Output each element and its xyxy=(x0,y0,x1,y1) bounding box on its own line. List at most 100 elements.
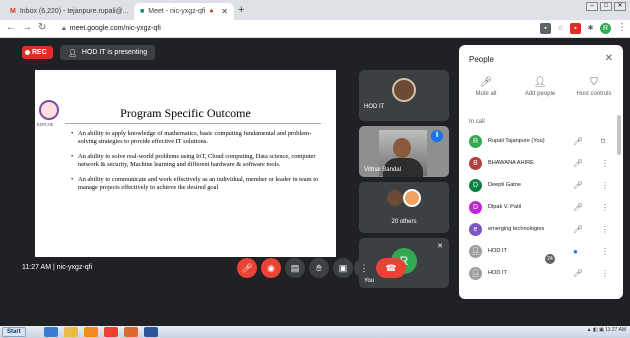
chat-icon[interactable]: ▭ xyxy=(563,262,572,273)
more-options-icon: ⋮ xyxy=(359,263,369,273)
participant-name: emerging technologies xyxy=(488,226,545,232)
meeting-clock: 11:27 AM | nic-yxgz-qfi xyxy=(22,264,93,271)
minimize-button[interactable]: – xyxy=(586,2,598,11)
puzzle-icon[interactable]: ✱ xyxy=(585,23,596,34)
star-icon[interactable]: ☆ xyxy=(555,23,566,34)
people-panel: People ✕ 🎤︎ Mute all 👤︎ Add people ⛉ Host c… xyxy=(459,45,623,299)
more-options-button[interactable]: ⋮ xyxy=(354,258,374,278)
participant-row[interactable]: e emerging technologies 🎤︎ ⋮ xyxy=(459,219,623,239)
forward-icon[interactable]: → xyxy=(22,22,32,33)
info-icon[interactable]: ⓘ xyxy=(520,262,530,277)
mic-off-icon: 🎤︎ xyxy=(573,202,584,212)
tile-name: HOD IT xyxy=(364,104,385,110)
participant-row[interactable]: 👤︎ HOD IT 🎤︎ ⋮ xyxy=(459,263,623,283)
participant-name: Rupali Tajanpure (You) xyxy=(488,138,545,144)
action-label: Add people xyxy=(524,91,556,97)
camera-icon[interactable]: ▪ xyxy=(540,23,551,34)
leave-call-button[interactable]: ☎︎ xyxy=(376,258,406,278)
record-dot-icon xyxy=(25,50,30,55)
mic-off-icon: 🎤︎ xyxy=(241,263,253,273)
participant-name: HOD IT xyxy=(488,270,507,276)
avatar: R xyxy=(469,134,482,148)
chrome-icon[interactable] xyxy=(104,327,118,337)
extension-icon[interactable]: ▪ xyxy=(570,23,581,34)
participant-count-badge: 24 xyxy=(545,254,555,264)
participant-tile-others[interactable]: 20 others xyxy=(359,182,449,233)
close-tab-icon[interactable]: ✕ xyxy=(221,7,228,16)
mute-all-button[interactable]: 🎤︎ Mute all xyxy=(461,77,511,97)
media-icon[interactable] xyxy=(84,327,98,337)
host-controls-icon[interactable]: ⛉ xyxy=(605,262,613,273)
participant-tile-vitthal[interactable]: ⦀ Vitthal Bandal xyxy=(359,126,449,177)
activities-icon[interactable]: ⁂ xyxy=(584,262,594,273)
recording-dot-icon: ● xyxy=(209,8,214,15)
shield-icon: ⛉ xyxy=(590,77,598,88)
more-options-icon[interactable]: ⋮ xyxy=(601,181,609,190)
close-window-button[interactable]: ✕ xyxy=(614,2,626,11)
raise-hand-button[interactable]: ✋︎ xyxy=(309,258,329,278)
person-icon: 👤︎ xyxy=(68,49,77,57)
mic-off-icon: ✕ xyxy=(437,243,443,250)
panel-title: People xyxy=(469,55,494,64)
participant-row[interactable]: D Deepti Gatne 🎤︎ ⋮ xyxy=(459,175,623,195)
avatar: D xyxy=(469,178,482,192)
maximize-button[interactable]: □ xyxy=(600,2,612,11)
add-person-icon: 👤︎ xyxy=(533,77,547,88)
participant-name: HOD IT xyxy=(488,248,507,254)
menu-icon[interactable]: ⋮ xyxy=(617,22,627,33)
participant-row[interactable]: R Rupali Tajanpure (You) 🎤︎ ⌑ xyxy=(459,131,623,151)
new-tab-button[interactable]: + xyxy=(238,4,244,16)
more-options-icon[interactable]: ⋮ xyxy=(601,203,609,212)
recording-badge: REC xyxy=(22,46,53,59)
speaking-indicator-icon: ⦀ xyxy=(431,130,443,142)
slide-bullet: An ability to communicate and work effec… xyxy=(71,176,329,192)
hand-icon: ✋︎ xyxy=(316,263,322,273)
slide-title: Program Specific Outcome xyxy=(120,106,251,120)
profile-avatar[interactable]: R xyxy=(600,23,611,34)
url-text: meet.google.com/nic-yxgz-qfi xyxy=(69,25,161,32)
participant-tile-hod[interactable]: HOD IT xyxy=(359,70,449,121)
captions-button[interactable]: ▤ xyxy=(285,258,305,278)
camera-toggle-button[interactable]: ◉ xyxy=(261,258,281,278)
close-icon[interactable]: ✕ xyxy=(605,53,613,64)
system-tray: ▲ ◧ ▣ 11:27 AM xyxy=(586,327,626,333)
participant-name: Deepti Gatne xyxy=(488,182,521,188)
tile-name: You xyxy=(364,278,375,284)
present-button[interactable]: ▣ xyxy=(333,258,353,278)
more-options-icon[interactable]: ⋮ xyxy=(601,247,609,256)
ie-icon[interactable] xyxy=(44,327,58,337)
participant-row[interactable]: D Dipak V. Patil 🎤︎ ⋮ xyxy=(459,197,623,217)
mic-off-icon: 🎤︎ xyxy=(573,268,584,278)
participant-name: Dipak V. Patil xyxy=(488,204,522,210)
more-options-icon[interactable]: ⋮ xyxy=(601,159,609,168)
avatar: B xyxy=(469,156,482,170)
rec-label: REC xyxy=(32,49,47,56)
avatar: 👤︎ xyxy=(469,266,482,280)
folder-icon[interactable] xyxy=(64,327,78,337)
tab-meet[interactable]: ■ Meet - nic-yxgz-qfi ● ✕ xyxy=(134,3,234,20)
pin-icon[interactable]: ⌑ xyxy=(601,137,605,146)
logo-text: KDTCOE xyxy=(37,122,54,127)
meeting-code: nic-yxgz-qfi xyxy=(56,264,93,271)
reload-icon[interactable]: ↻ xyxy=(38,22,46,33)
browser-tab-bar: M Inbox (6,220) - tejanpure.rupali@... ✕… xyxy=(0,0,630,20)
slide-bullet: An ability to solve real-world problems … xyxy=(71,153,329,169)
host-controls-button[interactable]: ⛉ Host controls xyxy=(569,77,619,97)
more-options-icon[interactable]: ⋮ xyxy=(601,225,609,234)
slide-bullet: An ability to apply knowledge of mathema… xyxy=(71,130,329,146)
presenting-label: HOD IT is presenting xyxy=(81,49,148,56)
url-field[interactable]: 🔒︎ meet.google.com/nic-yxgz-qfi xyxy=(62,23,522,35)
participant-row[interactable]: B BHAWANA AHIRE 🎤︎ ⋮ xyxy=(459,153,623,173)
back-icon[interactable]: ← xyxy=(6,22,16,33)
mic-toggle-button[interactable]: 🎤︎ xyxy=(237,258,257,278)
mic-off-icon: 🎤︎ xyxy=(573,158,584,168)
add-people-button[interactable]: 👤︎ Add people xyxy=(515,77,565,97)
section-label: In call xyxy=(469,119,485,125)
word-icon[interactable] xyxy=(144,327,158,337)
app-icon[interactable] xyxy=(124,327,138,337)
participant-row[interactable]: 👤︎ HOD IT ● ⋮ xyxy=(459,241,623,261)
tab-gmail[interactable]: M Inbox (6,220) - tejanpure.rupali@... ✕ xyxy=(4,3,132,20)
mic-off-icon: 🎤︎ xyxy=(573,180,584,190)
avatar: 👤︎ xyxy=(469,244,482,258)
start-button[interactable]: Start xyxy=(2,327,26,337)
